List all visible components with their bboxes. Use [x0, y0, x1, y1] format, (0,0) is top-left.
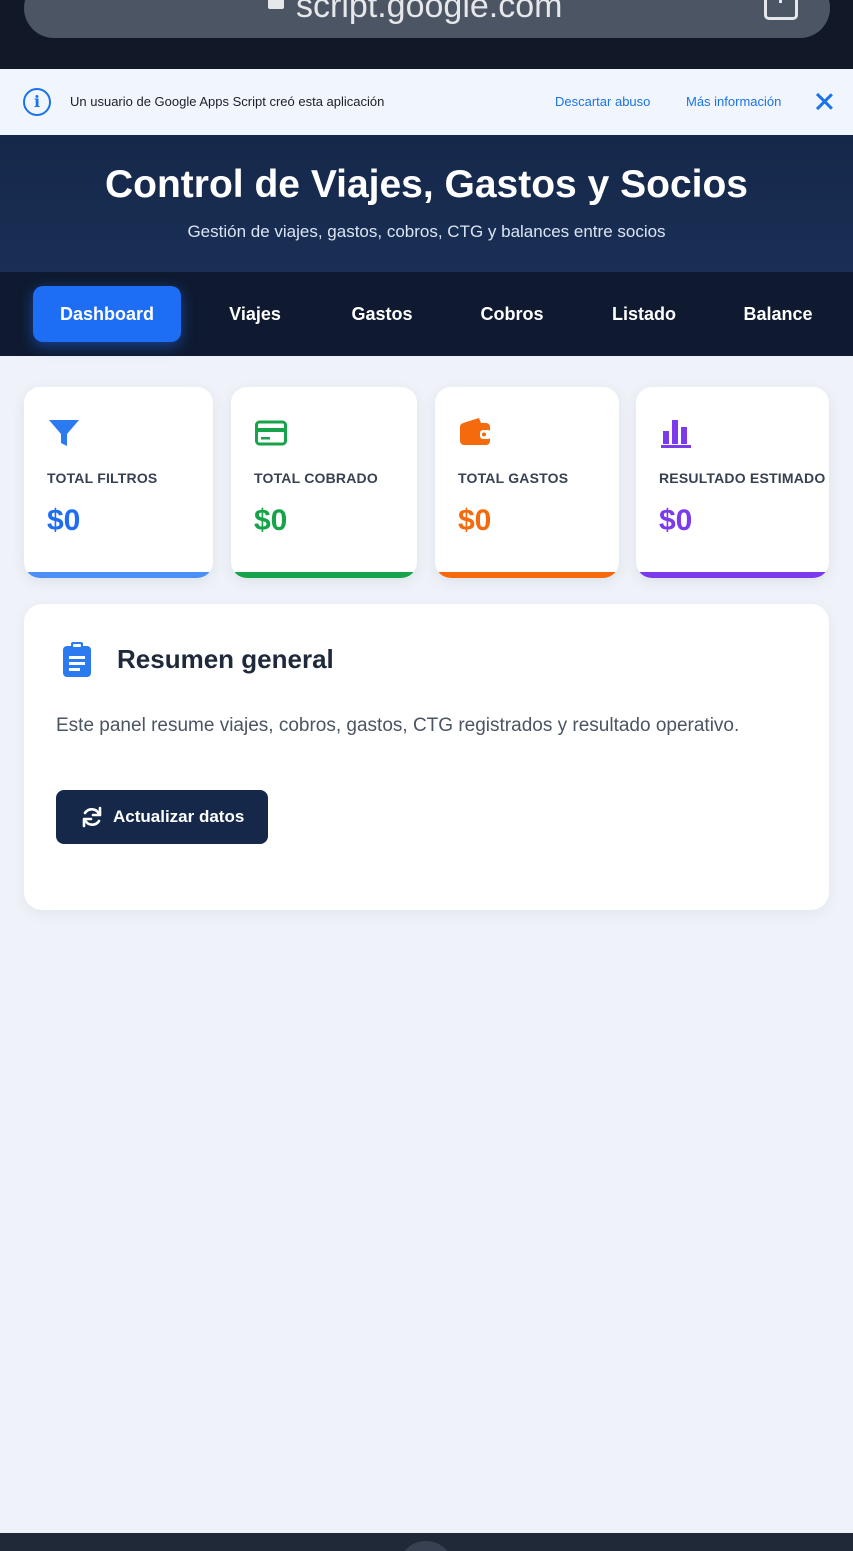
refresh-icon [82, 806, 102, 828]
browser-bottom-bar [0, 1533, 853, 1551]
share-icon[interactable] [764, 0, 798, 20]
close-icon[interactable] [813, 90, 835, 112]
filter-icon [49, 420, 79, 446]
stat-value: $0 [659, 504, 693, 537]
stat-card-total-cobrado: TOTAL COBRADO $0 [231, 387, 417, 578]
main-nav: Dashboard Viajes Gastos Cobros Listado B… [0, 272, 853, 356]
address-bar-url[interactable]: script.google.com [268, 0, 562, 26]
panel-description: Este panel resume viajes, cobros, gastos… [56, 715, 740, 736]
stat-value: $0 [47, 504, 81, 537]
lock-icon [268, 0, 284, 9]
tab-gastos[interactable]: Gastos [330, 286, 434, 342]
tab-viajes[interactable]: Viajes [205, 286, 305, 342]
stat-card-total-filtros: TOTAL FILTROS $0 [24, 387, 213, 578]
apps-script-notice: i Un usuario de Google Apps Script creó … [0, 69, 853, 135]
bar-chart-icon [661, 420, 691, 448]
accent-bar [24, 572, 213, 578]
wallet-icon [460, 418, 491, 445]
accent-bar [231, 572, 417, 578]
accent-bar [636, 572, 829, 578]
info-icon: i [23, 88, 51, 116]
refresh-button[interactable]: Actualizar datos [56, 790, 268, 844]
page-title: Control de Viajes, Gastos y Socios [105, 163, 748, 206]
tab-balance[interactable]: Balance [722, 286, 834, 342]
notice-text: Un usuario de Google Apps Script creó es… [70, 94, 385, 109]
stat-value: $0 [458, 504, 492, 537]
stat-card-resultado-estimado: RESULTADO ESTIMADO $0 [636, 387, 829, 578]
stat-label: TOTAL COBRADO [254, 470, 378, 486]
accent-bar [435, 572, 619, 578]
refresh-button-label: Actualizar datos [113, 807, 245, 826]
tab-cobros[interactable]: Cobros [458, 286, 566, 342]
more-info-link[interactable]: Más información [686, 94, 781, 109]
stat-label: TOTAL FILTROS [47, 470, 158, 486]
browser-toolbar: script.google.com [0, 0, 853, 69]
app-header: Control de Viajes, Gastos y Socios Gesti… [0, 135, 853, 272]
stat-value: $0 [254, 504, 288, 537]
credit-card-icon [255, 420, 287, 446]
panel-title: Resumen general [117, 644, 334, 674]
tab-listado[interactable]: Listado [590, 286, 698, 342]
clipboard-icon [63, 642, 91, 677]
page-subtitle: Gestión de viajes, gastos, cobros, CTG y… [187, 222, 666, 241]
stat-card-total-gastos: TOTAL GASTOS $0 [435, 387, 619, 578]
tab-dashboard[interactable]: Dashboard [33, 286, 181, 342]
stat-label: RESULTADO ESTIMADO [659, 470, 826, 486]
home-indicator[interactable] [398, 1541, 454, 1551]
summary-panel: Resumen general Este panel resume viajes… [24, 604, 829, 910]
stat-label: TOTAL GASTOS [458, 470, 569, 486]
report-abuse-link[interactable]: Descartar abuso [555, 94, 650, 109]
